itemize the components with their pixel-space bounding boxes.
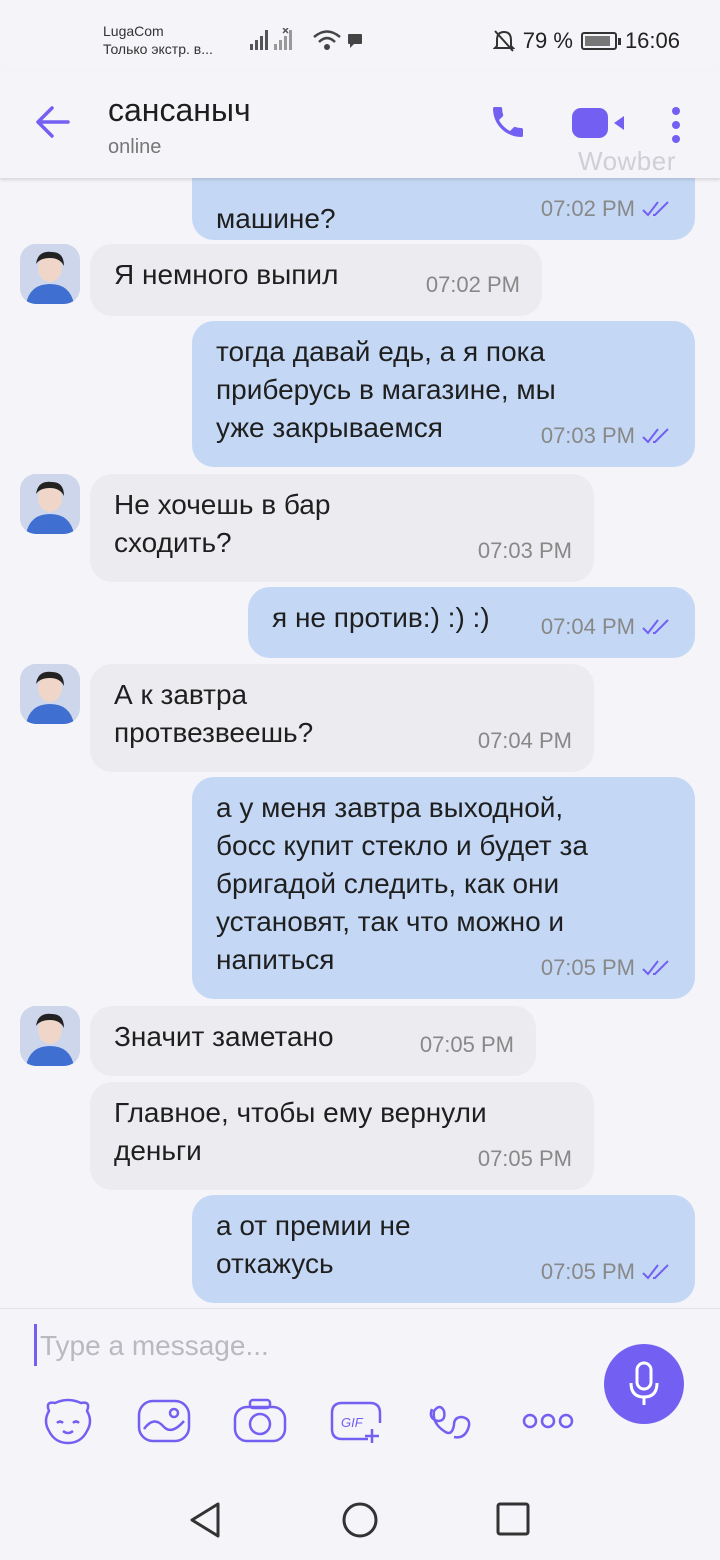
more-vert-icon[interactable]	[670, 105, 682, 145]
contact-status: online	[108, 136, 162, 158]
message-timestamp: 07:05 PM	[540, 955, 635, 980]
message-timestamp: 07:02 PM	[540, 196, 635, 221]
battery-percent: 79 %	[522, 28, 573, 53]
more-horiz-icon	[522, 1413, 574, 1429]
read-check-icon	[642, 1264, 669, 1280]
message-bubble-outgoing[interactable]: машине? 07:02 PM	[192, 178, 695, 240]
message-input[interactable]	[40, 1324, 580, 1368]
camera-button[interactable]	[232, 1396, 288, 1446]
chat-messages: машине? 07:02 PM Я немного выпил 07:02 P…	[0, 178, 720, 1308]
message-bubble-incoming[interactable]: Значит заметано 07:05 PM	[90, 1006, 536, 1076]
battery-icon	[580, 32, 621, 50]
clock: 16:06	[624, 28, 680, 53]
message-bubble-outgoing[interactable]: а у меня завтра выходной, босс купит сте…	[192, 777, 695, 999]
gif-button[interactable]: GIF	[328, 1396, 384, 1446]
more-options-button[interactable]	[520, 1396, 576, 1446]
contact-name[interactable]: сансаныч	[108, 92, 251, 129]
image-icon	[137, 1399, 191, 1443]
message-bubble-outgoing[interactable]: я не против:) :) :) 07:04 PM	[248, 587, 695, 658]
message-time: 07:02 PM	[541, 190, 673, 228]
message-timestamp: 07:05 PM	[419, 1032, 514, 1057]
message-timestamp: 07:03 PM	[540, 423, 635, 448]
message-time: 07:05 PM	[541, 949, 673, 987]
status-bar: LugaCom Только экстр. в... 79 % 16:06	[0, 0, 720, 72]
back-triangle-icon[interactable]	[188, 1500, 224, 1540]
recents-square-icon[interactable]	[494, 1500, 530, 1540]
message-timestamp: 07:02 PM	[425, 272, 520, 297]
message-time: 07:05 PM	[478, 1140, 572, 1178]
video-camera-icon[interactable]	[570, 106, 628, 140]
gif-icon: GIF	[330, 1401, 382, 1443]
doodle-icon	[429, 1405, 471, 1439]
brand-watermark: Wowber	[578, 146, 676, 176]
carrier-info: LugaCom Только экстр. в...	[103, 22, 213, 58]
contact-avatar-image	[20, 1006, 80, 1066]
message-bubble-outgoing[interactable]: а от премии не откажусь 07:05 PM	[192, 1195, 695, 1303]
message-bubble-outgoing[interactable]: тогда давай едь, а я пока приберусь в ма…	[192, 321, 695, 467]
message-bubble-incoming[interactable]: А к завтра протвезвеешь? 07:04 PM	[90, 664, 594, 772]
read-check-icon	[642, 201, 669, 217]
back-arrow-icon[interactable]	[34, 106, 70, 138]
message-time: 07:04 PM	[541, 608, 673, 646]
system-nav-bar	[0, 1480, 720, 1560]
doodle-button[interactable]	[424, 1396, 480, 1446]
svg-text:GIF: GIF	[341, 1415, 364, 1430]
message-time: 07:03 PM	[478, 532, 572, 570]
wifi-icon	[313, 30, 341, 50]
read-check-icon	[642, 960, 669, 976]
message-time: 07:04 PM	[478, 722, 572, 760]
message-time: 07:02 PM	[426, 266, 520, 304]
message-timestamp: 07:04 PM	[477, 728, 572, 753]
phone-icon[interactable]	[488, 102, 528, 142]
message-timestamp: 07:05 PM	[477, 1146, 572, 1171]
chat-header: сансаныч online Wowber	[0, 72, 720, 178]
message-timestamp: 07:05 PM	[540, 1259, 635, 1284]
mute-bell-icon	[492, 30, 515, 52]
message-bubble-incoming[interactable]: Главное, чтобы ему вернули деньги 07:05 …	[90, 1082, 594, 1190]
avatar[interactable]	[20, 664, 80, 724]
microphone-button[interactable]	[604, 1344, 684, 1424]
message-time: 07:05 PM	[420, 1026, 514, 1064]
sticker-icon	[44, 1398, 92, 1445]
microphone-icon	[629, 1361, 659, 1405]
text-cursor	[34, 1324, 37, 1366]
home-circle-icon[interactable]	[340, 1500, 380, 1540]
message-bubble-incoming[interactable]: Я немного выпил 07:02 PM	[90, 244, 542, 316]
message-notification-icon	[348, 34, 362, 48]
contact-avatar-image	[20, 244, 80, 304]
contact-avatar-image	[20, 474, 80, 534]
carrier-subtext: Только экстр. в...	[103, 41, 213, 57]
avatar[interactable]	[20, 474, 80, 534]
message-time: 07:03 PM	[541, 417, 673, 455]
gallery-button[interactable]	[136, 1396, 192, 1446]
message-time: 07:05 PM	[541, 1253, 673, 1291]
message-timestamp: 07:04 PM	[540, 614, 635, 639]
contact-avatar-image	[20, 664, 80, 724]
message-timestamp: 07:03 PM	[477, 538, 572, 563]
avatar[interactable]	[20, 244, 80, 304]
status-right: 79 % 16:06	[492, 28, 680, 54]
avatar[interactable]	[20, 1006, 80, 1066]
read-check-icon	[642, 619, 669, 635]
read-check-icon	[642, 428, 669, 444]
sticker-button[interactable]	[40, 1396, 96, 1446]
message-bubble-incoming[interactable]: Не хочешь в бар сходить? 07:03 PM	[90, 474, 594, 582]
carrier-name: LugaCom	[103, 23, 164, 39]
camera-icon	[233, 1398, 287, 1443]
